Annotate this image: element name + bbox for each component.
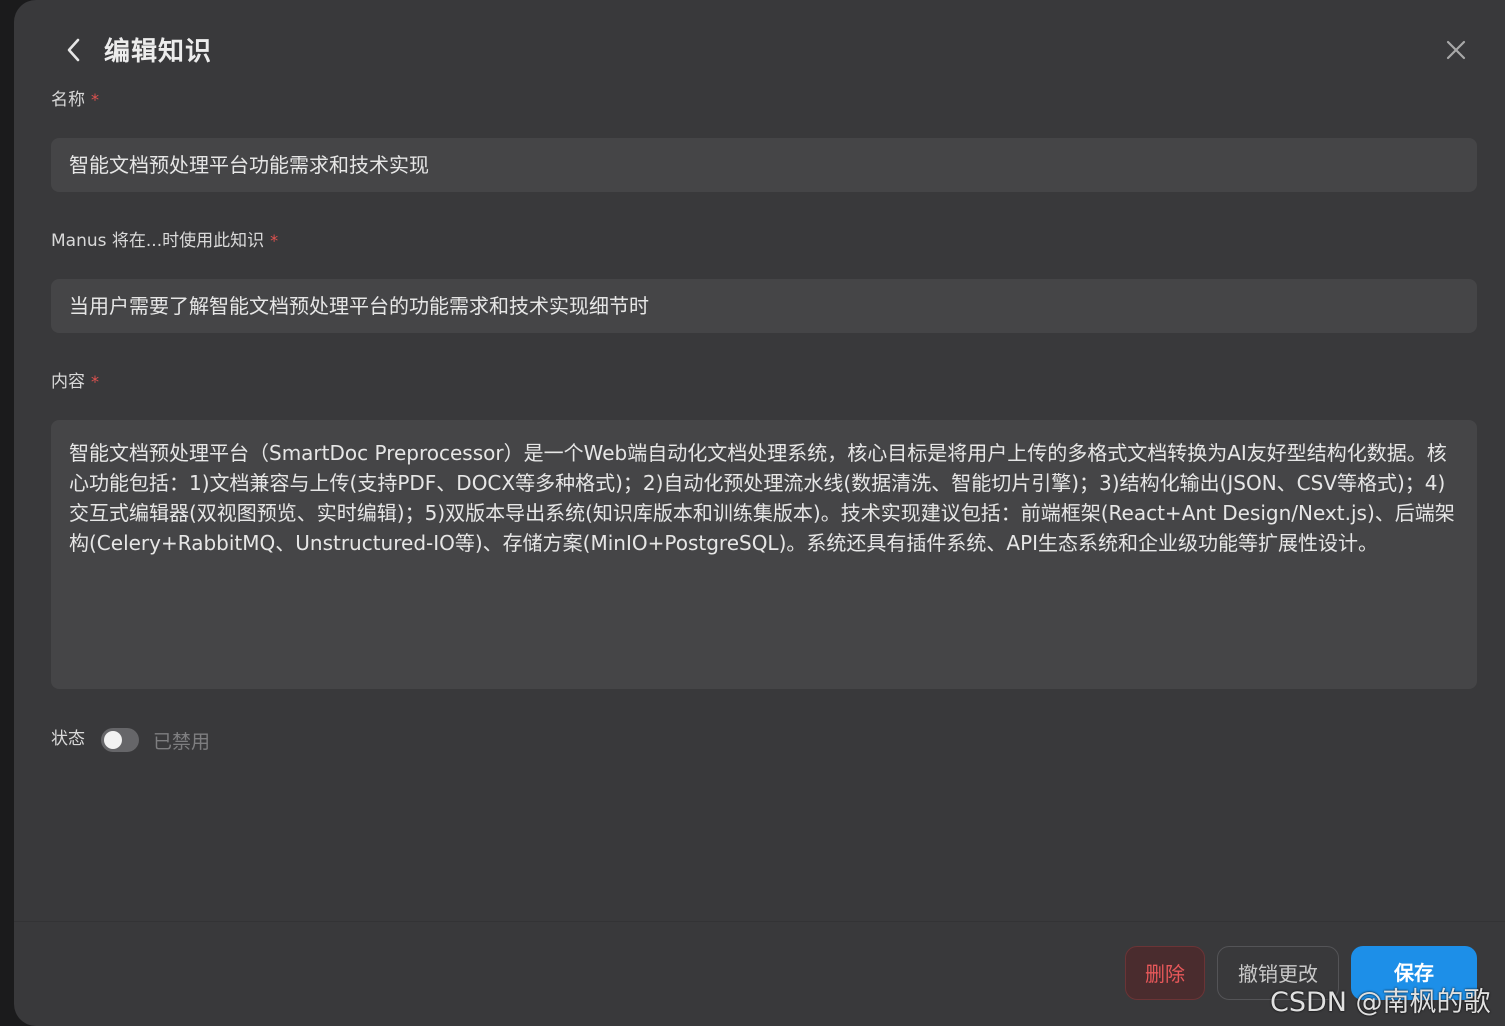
revert-button[interactable]: 撤销更改: [1217, 946, 1339, 1000]
close-button[interactable]: [1442, 36, 1470, 64]
back-button[interactable]: [60, 32, 88, 68]
status-state-text: 已禁用: [153, 731, 211, 753]
edit-knowledge-dialog: 编辑知识 名称 * 智能文档预处理平台功能需求和技术实现 Manus 将在...时…: [14, 0, 1505, 1026]
content-field-label: 内容 *: [51, 370, 99, 394]
save-button[interactable]: 保存: [1351, 946, 1477, 1000]
trigger-label-text: Manus 将在...时使用此知识: [51, 231, 265, 251]
close-icon: [1446, 40, 1466, 60]
trigger-field-label: Manus 将在...时使用此知识 *: [51, 229, 278, 253]
status-label: 状态: [51, 729, 85, 749]
dialog-title: 编辑知识: [104, 37, 213, 67]
content-textarea[interactable]: 智能文档预处理平台（SmartDoc Preprocessor）是一个Web端自…: [51, 420, 1477, 689]
required-mark: *: [91, 372, 99, 391]
status-toggle[interactable]: [101, 728, 139, 752]
required-mark: *: [270, 231, 279, 250]
name-field-label: 名称 *: [51, 88, 99, 112]
toggle-knob: [104, 731, 122, 749]
chevron-left-icon: [67, 38, 80, 62]
content-label-text: 内容: [51, 372, 85, 392]
name-input[interactable]: 智能文档预处理平台功能需求和技术实现: [51, 138, 1477, 192]
delete-button[interactable]: 删除: [1125, 946, 1205, 1000]
name-label-text: 名称: [51, 90, 85, 110]
dialog-header: 编辑知识: [14, 0, 1505, 90]
required-mark: *: [91, 90, 99, 109]
footer-divider: [14, 921, 1505, 922]
trigger-input[interactable]: 当用户需要了解智能文档预处理平台的功能需求和技术实现细节时: [51, 279, 1477, 333]
